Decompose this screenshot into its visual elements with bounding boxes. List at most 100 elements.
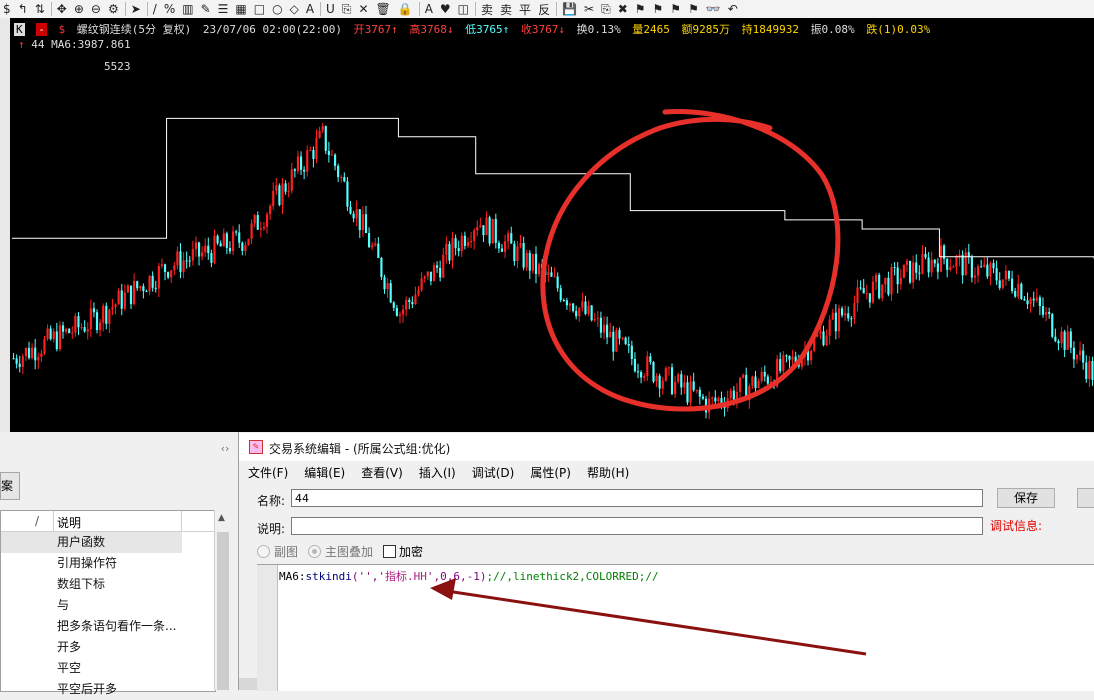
extra-button[interactable] — [1077, 488, 1094, 508]
candle-body — [939, 245, 943, 272]
open-value: 开3767↑ — [353, 23, 398, 36]
candle-body — [887, 277, 890, 295]
toolbar-button[interactable]: ▥ — [179, 1, 197, 17]
sort-column-header[interactable]: / — [35, 514, 39, 528]
toolbar-button[interactable]: ↰ — [15, 1, 32, 17]
toolbar-button[interactable]: ⚑ — [632, 1, 650, 17]
toolbar-button[interactable]: ▦ — [232, 1, 250, 17]
function-list-item[interactable]: 把多条语句看作一条... — [1, 616, 215, 637]
encrypt-checkbox[interactable] — [383, 545, 396, 558]
toolbar-button[interactable]: ⚙ — [105, 1, 123, 17]
sub-chart-option[interactable]: 副图 — [257, 543, 298, 560]
chart-mode-k-button[interactable]: K — [14, 23, 25, 36]
candle-body — [652, 361, 655, 382]
toolbar-button[interactable]: ⇅ — [32, 1, 49, 17]
toolbar-button[interactable]: 卖 — [478, 1, 497, 17]
toolbar-button[interactable]: ♥ — [437, 1, 455, 17]
menu-item[interactable]: 调试(D) — [464, 463, 523, 483]
toolbar-button[interactable]: 💾 — [559, 1, 581, 17]
toolbar-button[interactable]: ○ — [269, 1, 286, 17]
toolbar-button[interactable]: ✖ — [615, 1, 632, 17]
chart-mode-minus-button[interactable]: - — [36, 23, 47, 36]
toolbar-button[interactable]: 反 — [535, 1, 554, 17]
menu-item[interactable]: 插入(I) — [411, 463, 464, 483]
toolbar-button[interactable]: ✂ — [581, 1, 598, 17]
candle-body — [738, 377, 742, 392]
candle-body — [1038, 297, 1041, 307]
scroll-up-icon[interactable]: ▲ — [218, 513, 225, 523]
main-overlay-option[interactable]: 主图叠加 — [308, 543, 373, 560]
description-column-header[interactable]: 说明 — [57, 514, 81, 531]
toolbar-button[interactable]: 卖 — [497, 1, 516, 17]
toolbar-button[interactable]: ✥ — [54, 1, 71, 17]
toolbar-button[interactable]: ⎘ — [339, 1, 356, 17]
candle-body — [77, 316, 80, 328]
search-button[interactable]: 案 — [0, 472, 20, 500]
toolbar-button[interactable]: % — [161, 1, 179, 17]
function-list-item[interactable]: 开多 — [1, 637, 215, 658]
menu-item[interactable]: 属性(P) — [522, 463, 579, 483]
toolbar-button[interactable]: ◇ — [287, 1, 303, 17]
menu-item[interactable]: 帮助(H) — [579, 463, 637, 483]
toolbar-button[interactable]: ⚑ — [685, 1, 703, 17]
candle-body — [281, 183, 284, 206]
price-chart[interactable]: K - $ 螺纹钢连续(5分 复权) 23/07/06 02:00(22:00)… — [0, 18, 1094, 432]
function-list-scrollbar[interactable]: ▲ — [214, 510, 231, 690]
toolbar-button[interactable]: 🔒 — [395, 1, 417, 17]
candle-body — [980, 266, 983, 268]
candle-body — [423, 276, 426, 279]
candle-body — [955, 257, 958, 267]
candle-body — [238, 232, 241, 243]
toolbar-button[interactable]: / — [150, 1, 161, 17]
menu-item[interactable]: 文件(F) — [239, 463, 296, 483]
toolbar-button[interactable]: ⚑ — [650, 1, 668, 17]
candle-body — [1023, 298, 1026, 301]
symbol-label: 螺纹钢连续(5分 复权) — [76, 23, 192, 36]
scroll-thumb[interactable] — [217, 532, 229, 690]
candle-body — [392, 302, 395, 308]
sub-chart-radio[interactable] — [257, 545, 270, 558]
function-list-item[interactable]: 引用操作符 — [1, 553, 215, 574]
candle-body — [99, 322, 102, 331]
menu-item[interactable]: 查看(V) — [353, 463, 411, 483]
menu-item[interactable]: 编辑(E) — [296, 463, 353, 483]
candle-body — [364, 214, 368, 234]
toolbar-button[interactable]: ✎ — [198, 1, 215, 17]
toolbar-button[interactable]: A — [303, 1, 318, 17]
function-list-item[interactable]: 与 — [1, 595, 215, 616]
save-button[interactable]: 保存 — [997, 488, 1055, 508]
candle-body — [667, 367, 671, 369]
candle-body — [253, 215, 256, 224]
function-list-item[interactable]: 用户函数 — [1, 532, 182, 553]
toolbar-button[interactable]: 👓 — [703, 1, 725, 17]
function-list-item[interactable]: 数组下标 — [1, 574, 215, 595]
toolbar-button[interactable]: ⎘ — [598, 1, 615, 17]
toolbar-button[interactable]: ☰ — [215, 1, 233, 17]
description-input[interactable] — [291, 517, 983, 535]
toolbar-button[interactable]: □ — [251, 1, 269, 17]
panel-splitter-icon[interactable]: ‹› — [216, 442, 234, 458]
code-line[interactable]: MA6:stkindi('','指标.HH',0,6,-1);//,lineth… — [279, 568, 659, 584]
toolbar-button[interactable]: A — [422, 1, 437, 17]
candle-body — [550, 272, 553, 277]
code-editor[interactable]: MA6:stkindi('','指标.HH',0,6,-1);//,lineth… — [257, 564, 1094, 691]
toolbar-button[interactable]: U — [323, 1, 339, 17]
encrypt-option[interactable]: 加密 — [383, 543, 423, 560]
toolbar-button[interactable]: ↶ — [725, 1, 742, 17]
toolbar-button[interactable]: ⚑ — [667, 1, 685, 17]
toolbar-button[interactable]: 🗑 — [373, 1, 395, 17]
toolbar-button[interactable]: ➤ — [128, 1, 145, 17]
toolbar-button[interactable]: ◫ — [455, 1, 473, 17]
main-overlay-radio[interactable] — [308, 545, 321, 558]
toolbar-button[interactable]: $ — [0, 1, 15, 17]
toolbar-button[interactable]: ⊖ — [88, 1, 105, 17]
candle-body — [213, 235, 216, 263]
toolbar-button[interactable]: ⊕ — [71, 1, 88, 17]
candle-body — [538, 264, 541, 275]
main-overlay-label: 主图叠加 — [325, 545, 374, 559]
toolbar-button[interactable]: ✕ — [355, 1, 372, 17]
function-list-item[interactable]: 平空 — [1, 658, 215, 679]
name-input[interactable]: 44 — [291, 489, 983, 507]
candlestick-plot[interactable] — [0, 18, 1094, 432]
toolbar-button[interactable]: 平 — [516, 1, 535, 17]
